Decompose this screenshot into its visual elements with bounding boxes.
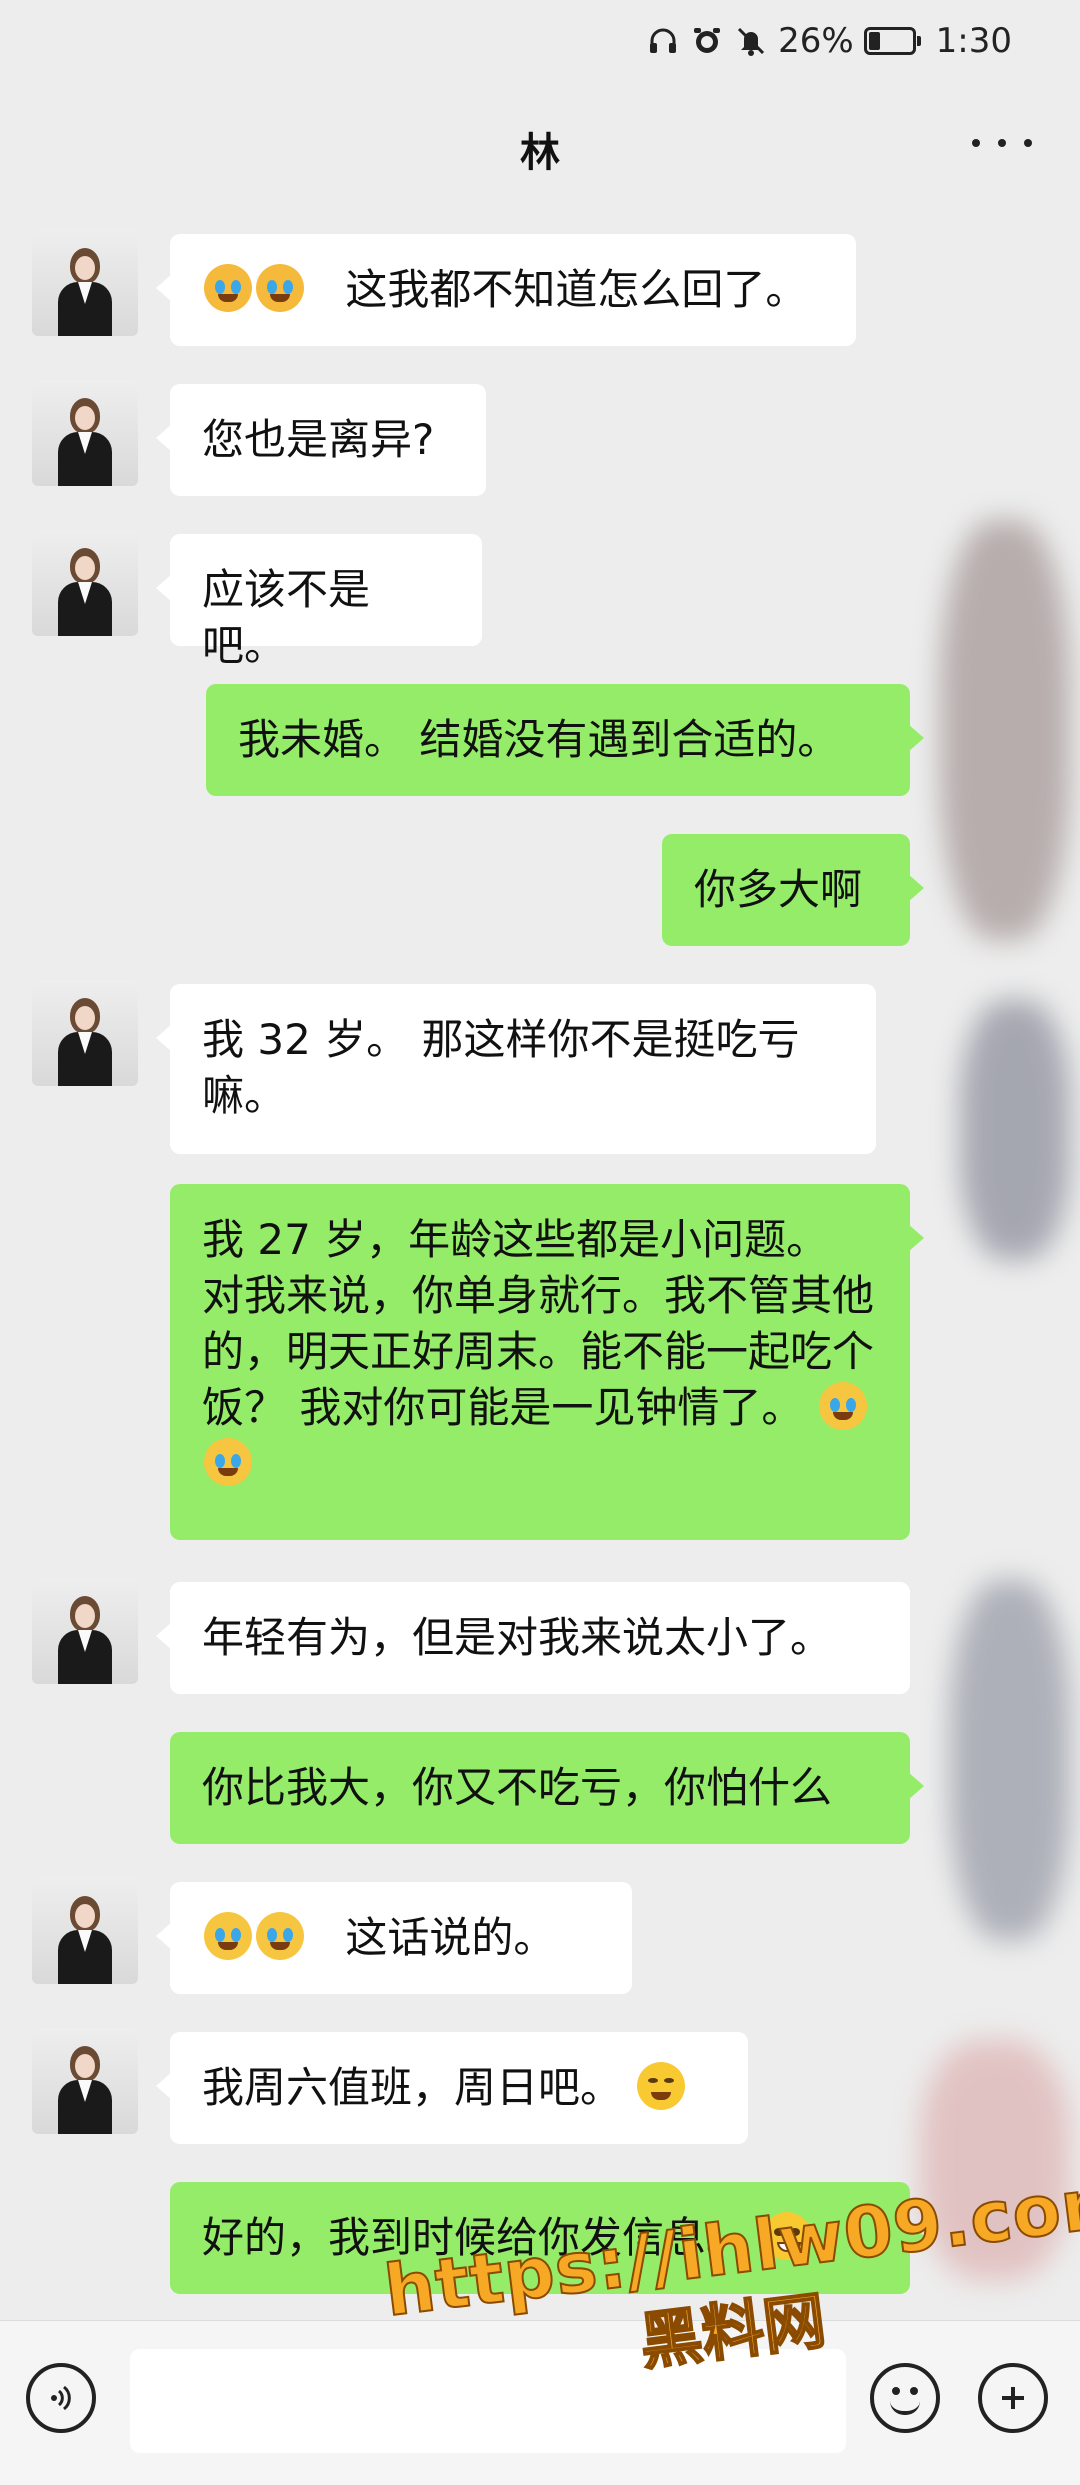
outgoing-message-bubble[interactable]: 我未婚。 结婚没有遇到合适的。 xyxy=(206,684,924,796)
message-row: 我未婚。 结婚没有遇到合适的。 xyxy=(0,680,1080,800)
smiling-face-emoji xyxy=(637,2062,686,2110)
incoming-message-bubble[interactable]: 我 32 岁。 那这样你不是挺吃亏嘛。 xyxy=(156,984,876,1154)
message-text: 我 32 岁。 那这样你不是挺吃亏嘛。 xyxy=(202,1015,800,1120)
message-row: 这我都不知道怎么回了。 xyxy=(0,230,1080,350)
avatar[interactable] xyxy=(32,380,138,486)
crying-face-emoji xyxy=(256,1912,304,1960)
outgoing-message-bubble[interactable]: 我 27 岁，年龄这些都是小问题。 对我来说，你单身就行。我不管其他的，明天正好… xyxy=(170,1184,924,1540)
message-row: 你多大啊 xyxy=(0,830,1080,950)
message-row: 我周六值班，周日吧。 xyxy=(0,2028,1080,2148)
outgoing-message-bubble[interactable]: 你多大啊 xyxy=(662,834,924,946)
message-row: 好的，我到时候给你发信息。 xyxy=(0,2178,1080,2298)
status-indicators: 26% 1:30 xyxy=(646,18,1012,64)
incoming-message-bubble[interactable]: 这话说的。 xyxy=(156,1882,632,1994)
message-row: 这话说的。 xyxy=(0,1878,1080,1998)
message-text: 您也是离异? xyxy=(202,415,435,464)
clock: 1:30 xyxy=(935,21,1012,61)
plus-icon[interactable] xyxy=(978,2363,1048,2433)
crying-face-emoji xyxy=(204,1438,252,1486)
message-row: 你比我大，你又不吃亏，你怕什么 xyxy=(0,1728,1080,1848)
message-row: 我 27 岁，年龄这些都是小问题。 对我来说，你单身就行。我不管其他的，明天正好… xyxy=(0,1184,1080,1544)
status-bar: 26% 1:30 xyxy=(0,0,1080,82)
mute-icon xyxy=(734,24,768,58)
avatar[interactable] xyxy=(32,230,138,336)
message-text: 你多大啊 xyxy=(694,865,863,914)
avatar[interactable] xyxy=(32,1878,138,1984)
message-text: 年轻有为，但是对我来说太小了。 xyxy=(202,1613,833,1662)
grinning-face-emoji xyxy=(763,2212,812,2260)
battery-percent: 26% xyxy=(778,21,854,61)
message-input[interactable] xyxy=(130,2349,846,2453)
message-text: 我周六值班，周日吧。 xyxy=(202,2063,623,2112)
message-row: 我 32 岁。 那这样你不是挺吃亏嘛。 xyxy=(0,980,1080,1160)
message-row: 年轻有为，但是对我来说太小了。 xyxy=(0,1578,1080,1698)
outgoing-message-bubble[interactable]: 好的，我到时候给你发信息。 xyxy=(170,2182,924,2294)
emoji-icon[interactable] xyxy=(870,2363,940,2433)
message-text: 你比我大，你又不吃亏，你怕什么 xyxy=(202,1763,833,1812)
voice-icon[interactable] xyxy=(26,2363,96,2433)
avatar[interactable] xyxy=(32,1578,138,1684)
incoming-message-bubble[interactable]: 年轻有为，但是对我来说太小了。 xyxy=(156,1582,910,1694)
crying-face-emoji xyxy=(204,1912,252,1960)
message-row: 您也是离异? xyxy=(0,380,1080,500)
more-icon[interactable] xyxy=(972,128,1032,158)
message-text: 这话说的。 xyxy=(345,1913,556,1962)
battery-icon xyxy=(863,27,921,55)
battery-level-fill xyxy=(868,32,880,50)
chat-title: 林 xyxy=(520,130,560,176)
chat-messages[interactable]: 这我都不知道怎么回了。 您也是离异? 应该不是吧。 我未婚。 结婚没有遇到合适的… xyxy=(0,200,1080,2320)
outgoing-message-bubble[interactable]: 你比我大，你又不吃亏，你怕什么 xyxy=(170,1732,924,1844)
message-text: 应该不是吧。 xyxy=(202,565,371,670)
message-text: 我未婚。 结婚没有遇到合适的。 xyxy=(238,715,840,764)
incoming-message-bubble[interactable]: 应该不是吧。 xyxy=(156,534,482,670)
incoming-message-bubble[interactable]: 您也是离异? xyxy=(156,384,486,496)
input-bar xyxy=(0,2320,1080,2485)
avatar[interactable] xyxy=(32,980,138,1086)
message-text: 好的，我到时候给你发信息。 xyxy=(202,2213,749,2262)
message-text: 这我都不知道怎么回了。 xyxy=(345,265,808,314)
dizzy-face-emoji xyxy=(256,264,304,312)
message-row: 应该不是吧。 xyxy=(0,530,1080,670)
alarm-icon xyxy=(690,24,724,58)
message-text: 我 27 岁，年龄这些都是小问题。 对我来说，你单身就行。我不管其他的，明天正好… xyxy=(202,1215,875,1432)
avatar[interactable] xyxy=(32,2028,138,2134)
avatar[interactable] xyxy=(32,530,138,636)
chat-header: 林 xyxy=(0,82,1080,200)
incoming-message-bubble[interactable]: 我周六值班，周日吧。 xyxy=(156,2032,748,2144)
incoming-message-bubble[interactable]: 这我都不知道怎么回了。 xyxy=(156,234,856,346)
crying-face-emoji xyxy=(818,1382,867,1430)
headphones-icon xyxy=(646,24,680,58)
dizzy-face-emoji xyxy=(204,264,252,312)
